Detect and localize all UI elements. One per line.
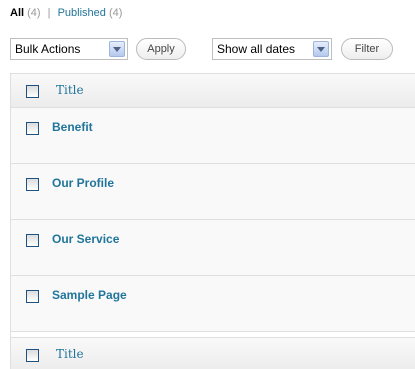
table-row: Our Service bbox=[11, 220, 415, 276]
table-header: Title bbox=[11, 74, 415, 108]
select-all-checkbox[interactable] bbox=[26, 85, 39, 98]
filter-published-link[interactable]: Published bbox=[58, 7, 106, 19]
filter-all-count: (4) bbox=[27, 7, 41, 19]
row-title-link[interactable]: Our Profile bbox=[52, 176, 114, 190]
chevron-down-icon[interactable] bbox=[313, 41, 329, 57]
row-checkbox[interactable] bbox=[26, 122, 39, 135]
chevron-down-icon[interactable] bbox=[109, 41, 125, 57]
filter-button[interactable]: Filter bbox=[341, 38, 393, 60]
column-title-header[interactable]: Title bbox=[56, 83, 84, 97]
filter-separator: | bbox=[47, 7, 51, 19]
filter-all-link[interactable]: All bbox=[10, 7, 24, 19]
row-title-link[interactable]: Our Service bbox=[52, 232, 119, 246]
table-footer: Title bbox=[11, 337, 415, 369]
pages-list-screen: All (4) | Published (4) Bulk Actions App… bbox=[0, 0, 415, 369]
row-checkbox[interactable] bbox=[26, 178, 39, 191]
date-filter-select[interactable]: Show all dates bbox=[212, 38, 332, 60]
pages-table: Title Benefit Our Profile Our Service Sa… bbox=[10, 73, 415, 369]
bulk-actions-value: Bulk Actions bbox=[15, 42, 81, 56]
row-checkbox[interactable] bbox=[26, 234, 39, 247]
select-all-checkbox-footer[interactable] bbox=[26, 349, 39, 362]
table-row: Benefit bbox=[11, 108, 415, 164]
column-title-footer[interactable]: Title bbox=[56, 347, 84, 361]
row-title-link[interactable]: Sample Page bbox=[52, 288, 127, 302]
row-checkbox[interactable] bbox=[26, 290, 39, 303]
bulk-actions-select[interactable]: Bulk Actions bbox=[10, 38, 128, 60]
row-title-link[interactable]: Benefit bbox=[52, 120, 93, 134]
status-filter-links: All (4) | Published (4) bbox=[10, 7, 122, 19]
table-row: Sample Page bbox=[11, 276, 415, 332]
filter-published-count: (4) bbox=[108, 7, 123, 19]
table-row: Our Profile bbox=[11, 164, 415, 220]
apply-button[interactable]: Apply bbox=[136, 38, 186, 60]
date-filter-value: Show all dates bbox=[217, 42, 296, 56]
